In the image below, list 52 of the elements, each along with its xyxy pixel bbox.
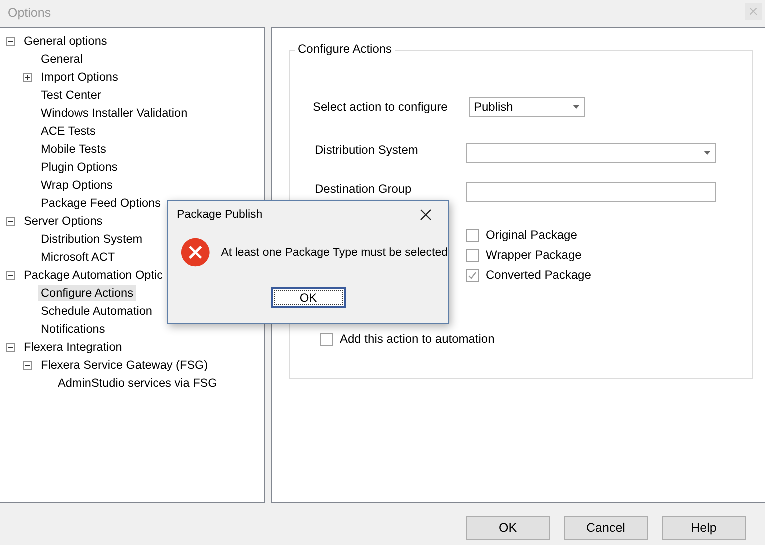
dropdown-arrow-icon	[704, 151, 711, 155]
minus-box-icon[interactable]	[6, 342, 15, 352]
tree-item[interactable]: ACE Tests	[38, 123, 99, 139]
tree-item[interactable]: Package Feed Options	[38, 195, 164, 211]
tree-item[interactable]: AdminStudio services via FSG	[55, 375, 220, 391]
minus-box-icon[interactable]	[6, 216, 15, 226]
tree-item[interactable]: General options	[21, 33, 110, 49]
tree-item[interactable]: Flexera Integration	[21, 339, 126, 355]
tree-item[interactable]: Server Options	[21, 213, 106, 229]
tree-item[interactable]: Windows Installer Validation	[38, 105, 191, 121]
checkbox-label: Wrapper Package	[486, 248, 582, 262]
tree-item[interactable]: Test Center	[38, 87, 104, 103]
tree-item[interactable]: Mobile Tests	[38, 141, 110, 157]
tree-item[interactable]: Wrap Options	[38, 177, 116, 193]
dialog-button[interactable]: Cancel	[564, 516, 648, 540]
action-dropdown[interactable]: Publish	[469, 97, 585, 117]
tree-item[interactable]: Notifications	[38, 321, 108, 337]
tree-item[interactable]: Package Automation Optic	[21, 267, 166, 283]
dialog-title: Package Publish	[177, 209, 263, 221]
dialog-button[interactable]: OK	[466, 516, 550, 540]
dialog-button[interactable]: Help	[662, 516, 746, 540]
close-button[interactable]	[420, 209, 432, 221]
checkbox[interactable]	[466, 248, 479, 262]
ok-button[interactable]: OK	[271, 287, 346, 308]
field-label: Destination Group	[315, 182, 413, 196]
checkbox[interactable]	[466, 228, 479, 242]
group-title: Configure Actions	[295, 42, 396, 56]
checkbox-label: Original Package	[486, 228, 578, 242]
minus-box-icon[interactable]	[6, 270, 15, 280]
error-icon	[181, 237, 210, 268]
tree-item[interactable]: Flexera Service Gateway (FSG)	[38, 357, 212, 373]
error-message: At least one Package Type must be selected	[221, 246, 448, 258]
field-label: Distribution System	[315, 143, 420, 157]
destination-field[interactable]	[466, 182, 716, 202]
tree-item[interactable]: Configure Actions	[38, 285, 136, 301]
tree-item[interactable]: Distribution System	[38, 231, 146, 247]
checkbox[interactable]	[466, 268, 479, 282]
tree-item[interactable]: Microsoft ACT	[38, 249, 118, 265]
minus-box-icon[interactable]	[6, 36, 15, 46]
window-title: Options	[8, 6, 52, 20]
checkbox-label: Add this action to automation	[340, 332, 495, 346]
checkbox[interactable]	[320, 332, 333, 346]
close-icon	[750, 8, 757, 15]
tree-item[interactable]: Plugin Options	[38, 159, 121, 175]
tree-item[interactable]: General	[38, 51, 86, 67]
plus-box-icon[interactable]	[23, 72, 32, 82]
dropdown-arrow-icon	[573, 105, 580, 109]
field-label: Select action to configure	[313, 100, 449, 114]
tree-item[interactable]: Schedule Automation	[38, 303, 156, 319]
checkbox-label: Converted Package	[486, 268, 592, 282]
minus-box-icon[interactable]	[23, 360, 32, 370]
tree-item[interactable]: Import Options	[38, 69, 122, 85]
